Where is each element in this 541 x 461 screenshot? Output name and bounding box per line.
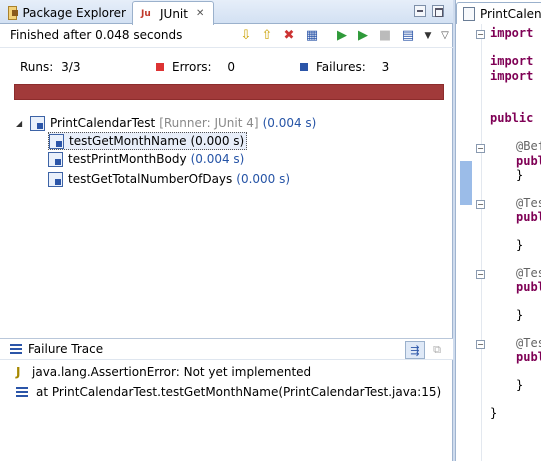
rerun-test-icon[interactable]: ▶ xyxy=(334,28,350,44)
code-keyword: import xyxy=(490,54,534,68)
fold-icon[interactable]: − xyxy=(476,30,485,39)
exception-icon: J xyxy=(16,365,21,379)
junit-toolbar: Finished after 0.048 seconds ⇩ ⇧ ✖ ▦ ▶ ▶… xyxy=(0,24,453,48)
scroll-lock-icon[interactable]: ▦ xyxy=(304,28,320,44)
test-suite-failed-icon xyxy=(30,115,45,131)
failures-value: 3 xyxy=(381,60,390,74)
failures-label: Failures: xyxy=(316,60,366,74)
code-keyword: import xyxy=(490,69,534,83)
test-time: (0.000 s) xyxy=(190,134,245,148)
code-annotation: @Bef xyxy=(516,139,541,153)
suite-name: PrintCalendarTest xyxy=(50,116,156,130)
view-menu-icon[interactable]: ▽ xyxy=(437,28,453,44)
editor-pane: PrintCalendarTest.java import s import c… xyxy=(455,0,541,461)
tab-editor[interactable]: PrintCalendarTest.java xyxy=(456,2,541,24)
code-text: c xyxy=(533,111,541,125)
package-explorer-icon xyxy=(8,6,19,20)
test-run-history-icon[interactable]: ▤ xyxy=(400,28,416,44)
code-keyword: import xyxy=(490,26,534,40)
code-text: } xyxy=(516,308,524,322)
editor-tab-title: PrintCalendarTest.java xyxy=(480,6,541,21)
code-keyword: public xyxy=(490,111,534,125)
test-failed-icon xyxy=(49,133,64,149)
run-status: Finished after 0.048 seconds xyxy=(10,28,183,42)
history-dropdown-icon[interactable]: ▼ xyxy=(420,28,436,44)
suite-time: (0.004 s) xyxy=(262,116,317,130)
errors-label: Errors: xyxy=(172,60,212,74)
test-name: testGetTotalNumberOfDays xyxy=(68,172,233,186)
runs-counter: Runs: 3/3 xyxy=(20,60,80,74)
rerun-failed-first-icon[interactable]: ▶ xyxy=(355,28,371,44)
code-text: } xyxy=(516,168,524,182)
code-keyword: publi xyxy=(516,210,541,224)
code-text: } xyxy=(516,378,524,392)
junit-icon: Ju xyxy=(141,8,151,19)
fold-icon[interactable]: − xyxy=(476,340,485,349)
tab-label: Package Explorer xyxy=(22,6,126,20)
tree-test-node[interactable]: testGetTotalNumberOfDays (0.000 s) xyxy=(48,170,290,188)
fold-icon[interactable]: − xyxy=(476,200,485,209)
tab-package-explorer[interactable]: Package Explorer xyxy=(0,2,132,24)
fold-icon[interactable]: − xyxy=(476,144,485,153)
code-text: c xyxy=(533,54,541,68)
test-failed-icon xyxy=(48,151,63,167)
stack-trace-icon xyxy=(10,344,22,354)
minimize-button[interactable] xyxy=(414,5,426,17)
code-text: c xyxy=(533,69,541,83)
previous-failure-icon[interactable]: ⇧ xyxy=(259,28,275,44)
tree-suite-node[interactable]: ◢ PrintCalendarTest [Runner: JUnit 4] (0… xyxy=(16,114,316,132)
tree-test-node[interactable]: testGetMonthName (0.000 s) xyxy=(48,132,248,150)
errors-value: 0 xyxy=(227,60,236,74)
tree-test-node[interactable]: testPrintMonthBody (0.004 s) xyxy=(48,150,244,168)
failure-icon xyxy=(300,62,308,71)
failure-trace-title: Failure Trace xyxy=(28,342,104,356)
runs-label: Runs: xyxy=(20,60,54,74)
code-text: s xyxy=(533,26,541,40)
close-icon[interactable]: ✕ xyxy=(196,8,204,19)
editor-ruler xyxy=(456,24,482,461)
counter-panel: Runs: 3/3 Errors: 0 Failures: 3 xyxy=(0,54,453,80)
filter-stack-trace-icon[interactable]: ⇶ xyxy=(405,341,425,359)
test-time: (0.004 s) xyxy=(190,152,245,166)
tab-label: JUnit xyxy=(160,6,188,21)
errors-counter: Errors: 0 xyxy=(156,60,235,74)
code-annotation: @Tes xyxy=(516,196,541,210)
compare-results-icon[interactable]: ⧉ xyxy=(427,341,447,359)
stack-frame-icon xyxy=(16,387,28,397)
error-icon xyxy=(156,62,164,71)
suite-runner: [Runner: JUnit 4] xyxy=(159,116,259,130)
test-name: testGetMonthName xyxy=(69,134,187,148)
trace-line[interactable]: at PrintCalendarTest.testGetMonthName(Pr… xyxy=(0,382,441,402)
tab-junit[interactable]: Ju JUnit ✕ xyxy=(132,1,214,25)
code-keyword: publi xyxy=(516,280,541,294)
test-failed-icon xyxy=(48,171,63,187)
java-file-icon xyxy=(463,6,475,21)
test-time: (0.000 s) xyxy=(236,172,291,186)
trace-text: at PrintCalendarTest.testGetMonthName(Pr… xyxy=(36,385,442,399)
fold-icon[interactable]: − xyxy=(476,270,485,279)
code-keyword: publi xyxy=(516,154,541,168)
failure-trace-tools: ⇶ ⧉ xyxy=(403,341,447,359)
code-area[interactable]: import s import c import c public c @Bef… xyxy=(490,24,541,461)
junit-view: Package Explorer Ju JUnit ✕ Finished aft… xyxy=(0,0,453,461)
collapse-icon[interactable]: ◢ xyxy=(16,119,26,128)
runs-value: 3/3 xyxy=(61,60,81,74)
trace-text: java.lang.AssertionError: Not yet implem… xyxy=(32,365,312,379)
code-annotation: @Tes xyxy=(516,336,541,350)
next-failure-icon[interactable]: ⇩ xyxy=(238,28,254,44)
current-line-marker xyxy=(460,161,472,205)
stop-icon[interactable]: ■ xyxy=(377,28,393,44)
code-text: } xyxy=(490,406,498,420)
test-progress-bar xyxy=(14,84,444,100)
trace-line[interactable]: J java.lang.AssertionError: Not yet impl… xyxy=(0,362,311,382)
maximize-button[interactable] xyxy=(432,5,444,17)
code-text: } xyxy=(516,238,524,252)
code-keyword: publi xyxy=(516,350,541,364)
test-name: testPrintMonthBody xyxy=(68,152,187,166)
view-tab-bar: Package Explorer Ju JUnit ✕ xyxy=(0,0,453,25)
failure-trace-header: Failure Trace ⇶ ⧉ xyxy=(0,338,453,360)
code-annotation: @Tes xyxy=(516,266,541,280)
show-failures-only-icon[interactable]: ✖ xyxy=(281,28,297,44)
failures-counter: Failures: 3 xyxy=(300,60,389,74)
